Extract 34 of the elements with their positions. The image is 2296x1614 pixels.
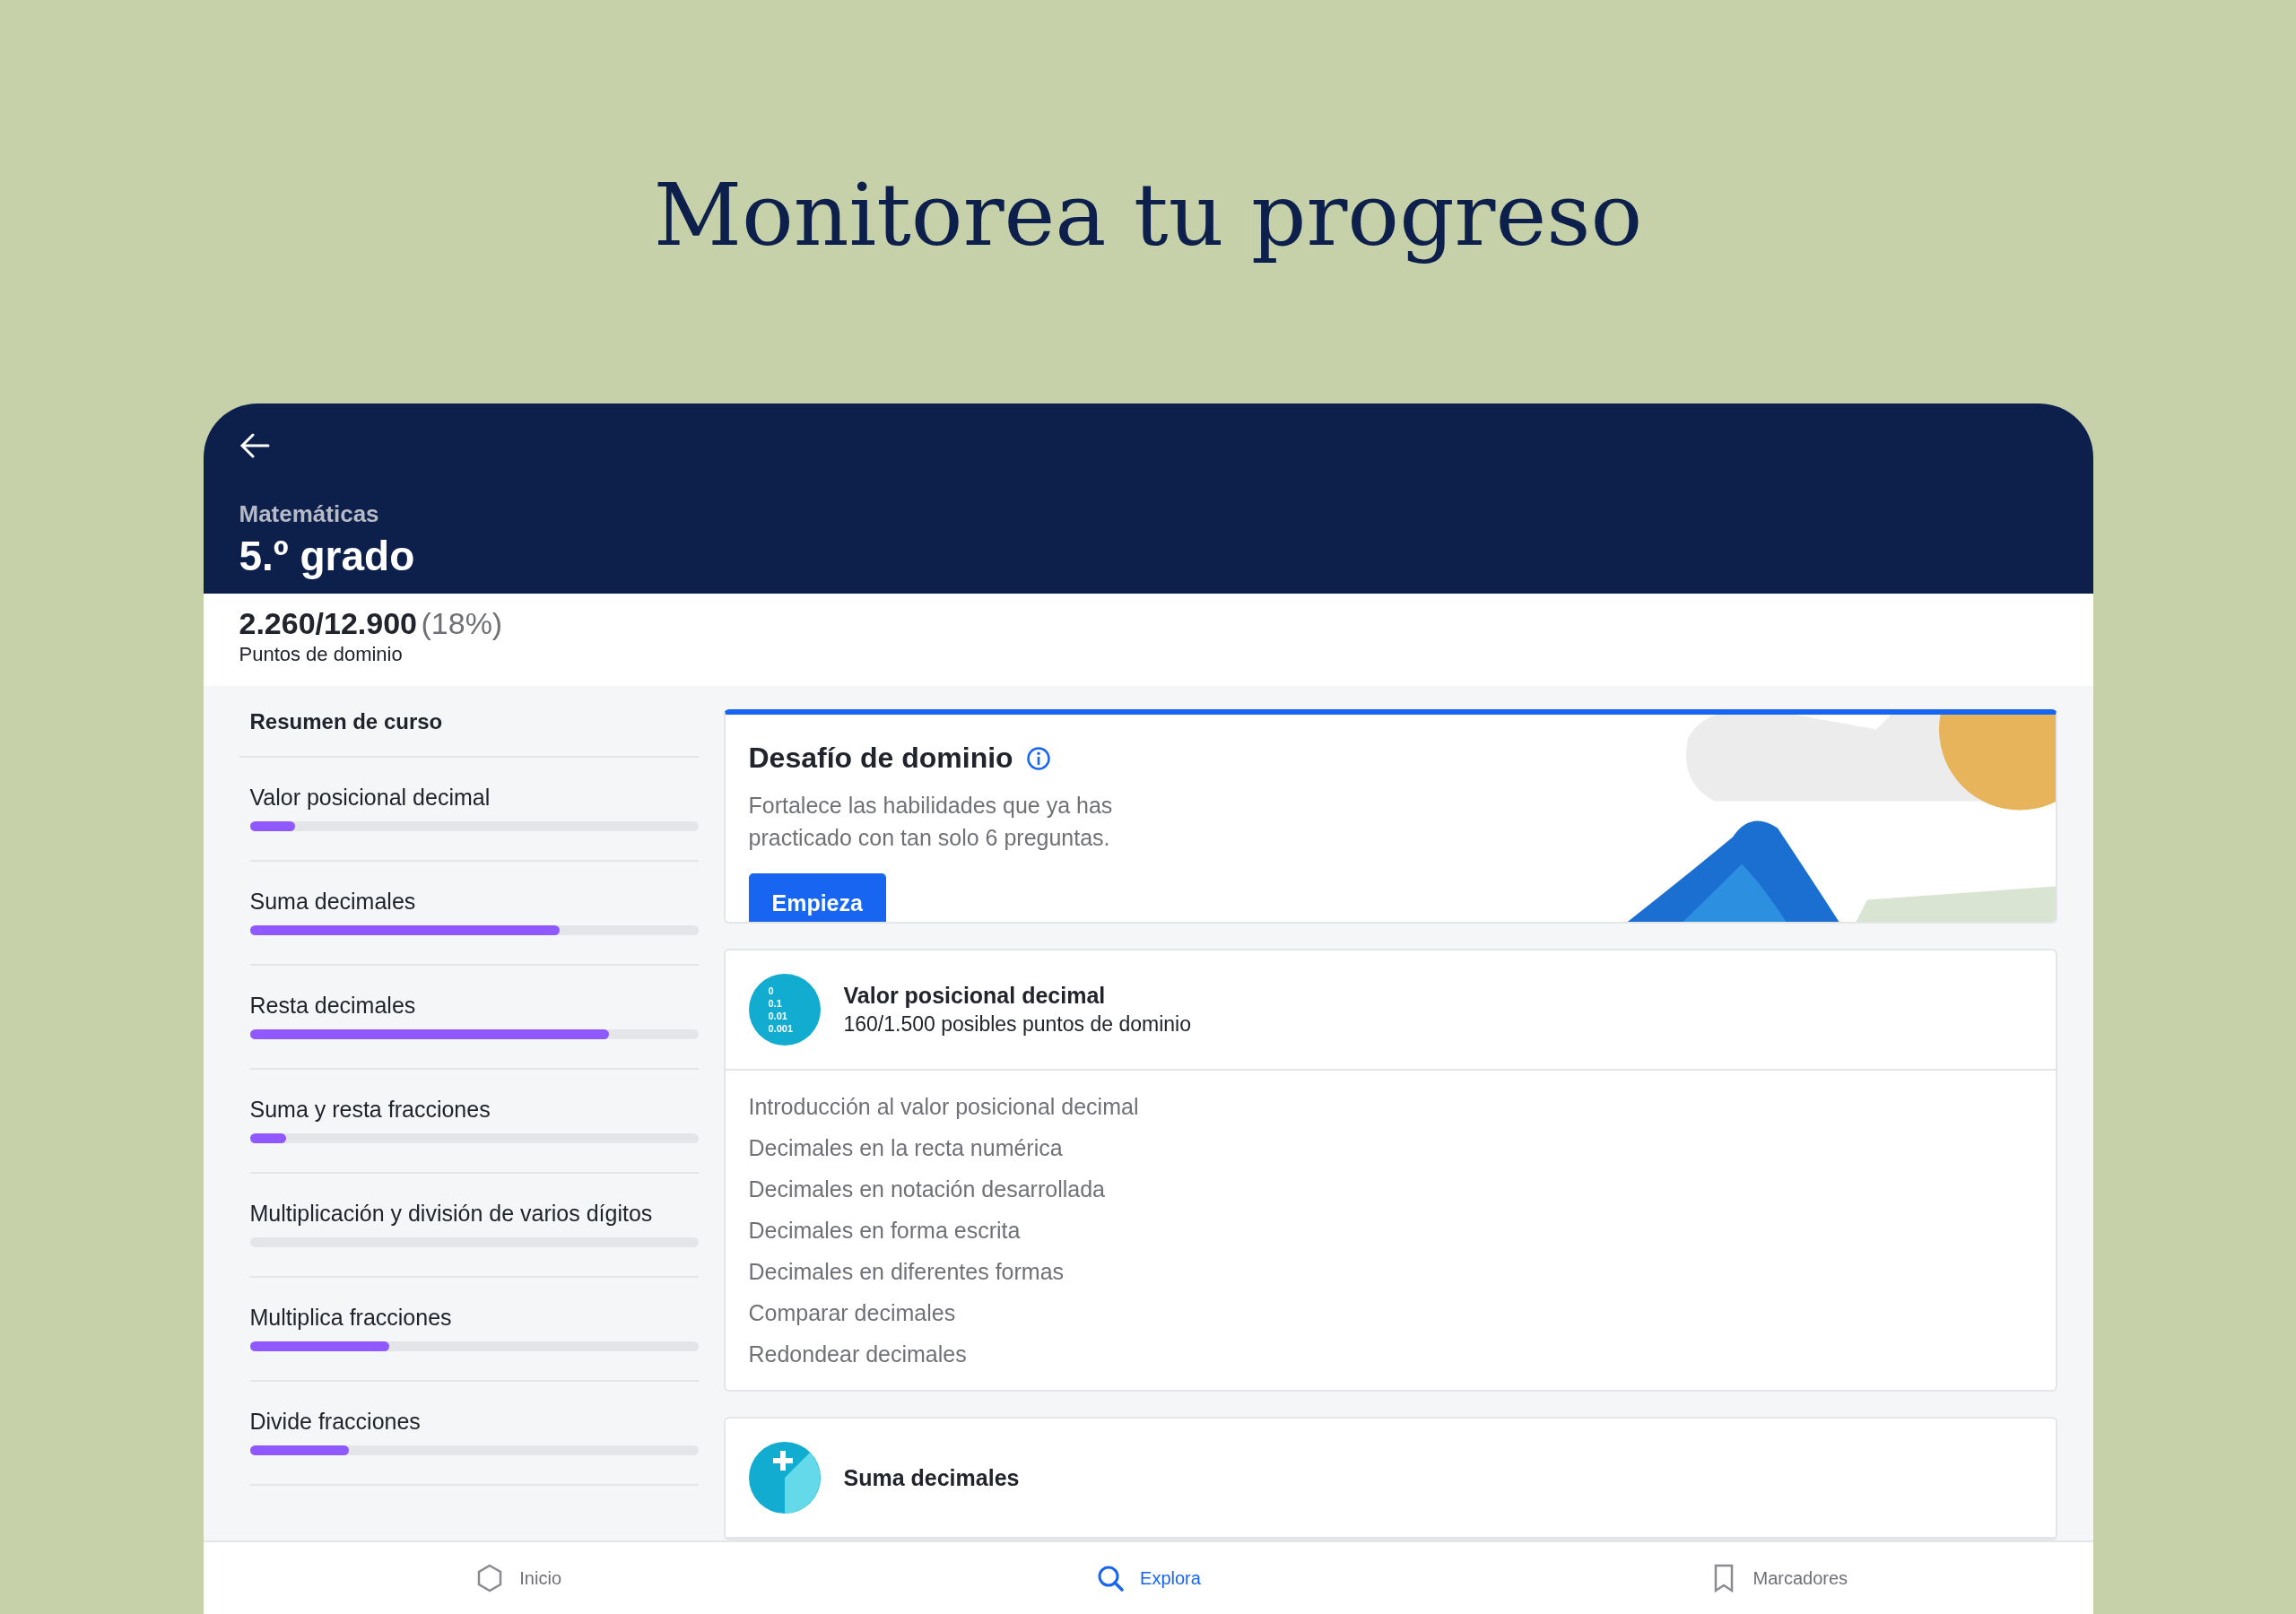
headline: Monitorea tu progreso: [653, 164, 1643, 267]
unit-name[interactable]: Resta decimales: [249, 993, 699, 1019]
unit-name[interactable]: Suma decimales: [249, 889, 699, 915]
back-arrow-icon[interactable]: [239, 432, 270, 459]
nav-tab[interactable]: Explora: [832, 1542, 1464, 1614]
unit-name[interactable]: Valor posicional decimal: [249, 785, 699, 811]
decimal-digits-icon: 0 0.1 0.01 0.001: [748, 974, 821, 1046]
lesson-link[interactable]: Decimales en notación desarrollada: [748, 1175, 2032, 1203]
start-button[interactable]: Empieza: [748, 873, 886, 922]
subject-label: Matemáticas: [239, 500, 380, 528]
challenge-title: Desafío de dominio: [748, 742, 1013, 775]
lesson-link[interactable]: Introducción al valor posicional decimal: [748, 1092, 2032, 1121]
nav-tab[interactable]: Marcadores: [1463, 1542, 2093, 1614]
unit-name[interactable]: Divide fracciones: [249, 1409, 699, 1435]
lesson-link[interactable]: Comparar decimales: [748, 1298, 2032, 1327]
mastery-percent: (18%): [421, 606, 503, 640]
plus-icon: [748, 1442, 821, 1514]
unit-name[interactable]: Multiplica fracciones: [249, 1305, 699, 1331]
sidebar-title: Resumen de curso: [239, 709, 699, 758]
lesson-link[interactable]: Redondear decimales: [748, 1340, 2032, 1368]
unit-title: Suma decimales: [843, 1464, 1020, 1491]
lesson-link[interactable]: Decimales en diferentes formas: [748, 1257, 2032, 1286]
unit-name[interactable]: Multiplicación y división de varios dígitos: [249, 1201, 699, 1227]
challenge-description: Fortalece las habilidades que ya has practicado con tan solo 6 preguntas.: [748, 792, 1114, 852]
lesson-link[interactable]: Decimales en la recta numérica: [748, 1133, 2032, 1162]
info-icon[interactable]: [1025, 745, 1051, 771]
unit-points: 160/1.500 posibles puntos de dominio: [843, 1012, 1191, 1037]
unit-name[interactable]: Suma y resta fracciones: [249, 1097, 699, 1123]
mastery-label: Puntos de dominio: [239, 643, 404, 666]
unit-title: Valor posicional decimal: [843, 983, 1107, 1009]
course-title: 5.º grado: [239, 532, 416, 580]
lesson-link[interactable]: Decimales en forma escrita: [748, 1216, 2032, 1245]
nav-tab[interactable]: Inicio: [203, 1542, 833, 1614]
mastery-points: 2.260/12.900: [239, 606, 418, 640]
